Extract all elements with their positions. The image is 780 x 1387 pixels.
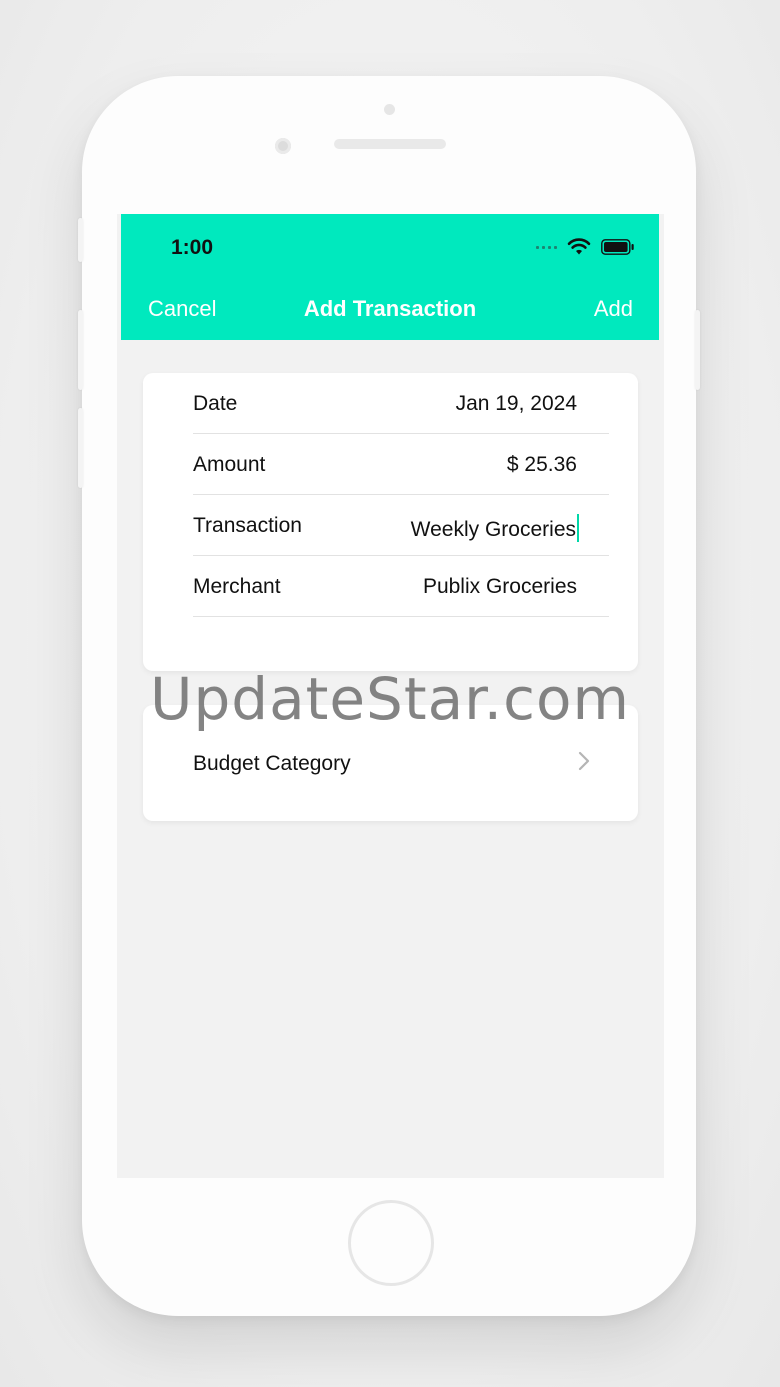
mute-switch (78, 218, 83, 262)
date-row[interactable]: Date Jan 19, 2024 (193, 373, 609, 434)
page-title: Add Transaction (303, 296, 477, 321)
date-label: Date (193, 392, 238, 415)
cellular-signal-icon (536, 245, 557, 249)
amount-field[interactable]: $ 25.36 (507, 453, 577, 477)
transaction-row[interactable]: Transaction Weekly Groceries (193, 495, 609, 556)
nav-header: 1:00 Cancel Add Transaction Add (121, 214, 659, 340)
amount-row[interactable]: Amount $ 25.36 (193, 434, 609, 495)
power-button (695, 310, 700, 390)
merchant-label: Merchant (193, 575, 281, 598)
transaction-field[interactable]: Weekly Groceries (411, 514, 579, 542)
transaction-field-text: Weekly Groceries (410, 518, 576, 541)
text-cursor (577, 514, 579, 542)
budget-category-label: Budget Category (193, 752, 351, 775)
status-time: 1:00 (171, 236, 214, 259)
volume-down-button (78, 408, 83, 488)
chevron-right-icon (578, 751, 590, 771)
amount-label: Amount (193, 453, 266, 476)
home-button[interactable] (348, 1200, 434, 1286)
volume-up-button (78, 310, 83, 390)
status-icons (536, 238, 635, 256)
watermark: UpdateStar.com (150, 665, 630, 733)
merchant-row[interactable]: Merchant Publix Groceries (193, 556, 609, 617)
transaction-form-card: Date Jan 19, 2024 Amount $ 25.36 Transac… (143, 373, 638, 671)
add-button[interactable]: Add (594, 296, 633, 322)
merchant-field[interactable]: Publix Groceries (423, 575, 577, 599)
earpiece-speaker (334, 139, 446, 149)
sensor-dot (384, 104, 395, 115)
date-value[interactable]: Jan 19, 2024 (456, 392, 577, 416)
wifi-icon (567, 238, 591, 255)
front-camera (275, 138, 291, 154)
transaction-label: Transaction (193, 514, 302, 537)
battery-icon (601, 239, 634, 255)
